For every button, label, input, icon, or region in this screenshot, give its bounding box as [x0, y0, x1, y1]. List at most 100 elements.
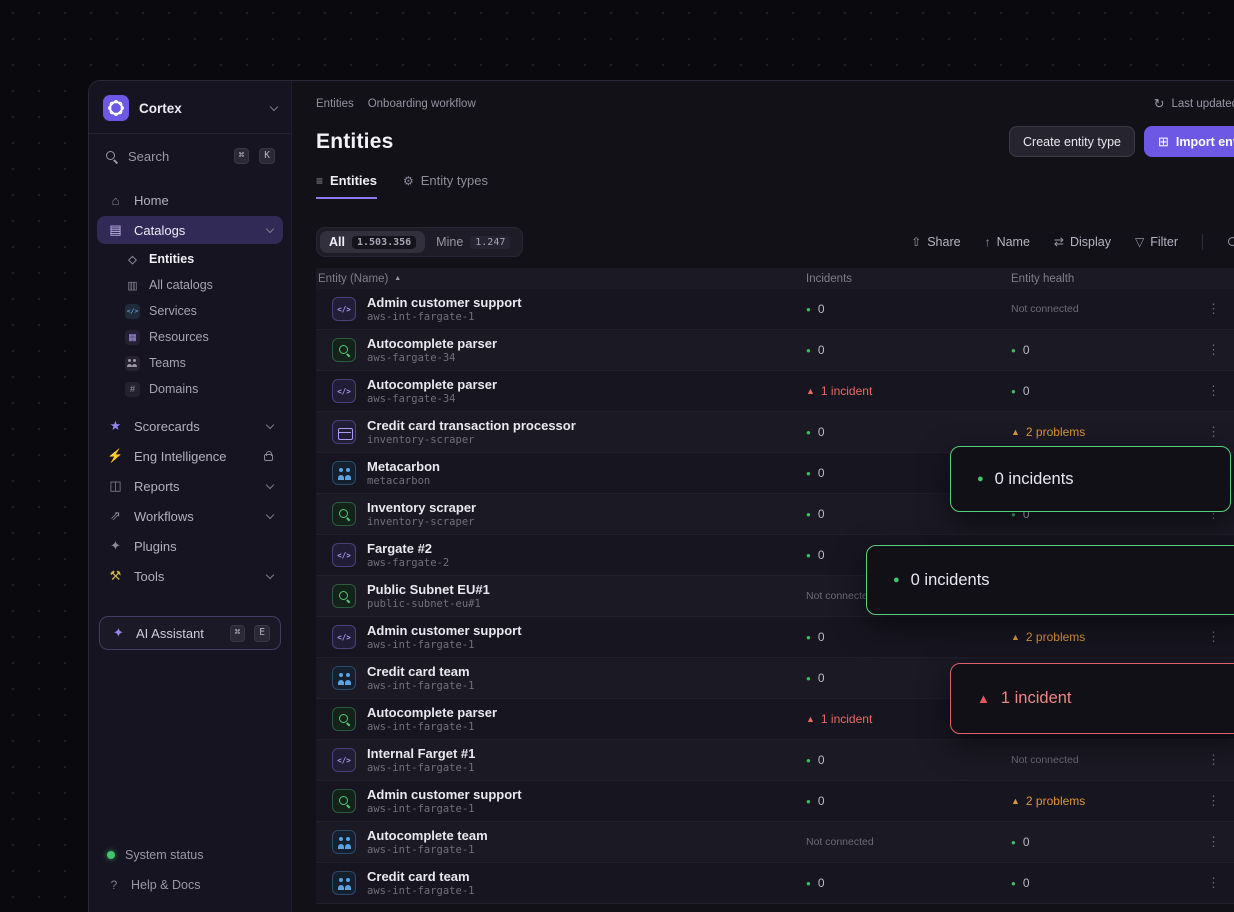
last-updated: ↻ Last updated [1154, 96, 1234, 112]
question-icon: ? [107, 878, 121, 892]
sort-asc-icon: ▲ [394, 275, 401, 282]
display-button[interactable]: ⇄ Display [1054, 235, 1111, 249]
create-entity-type-button[interactable]: Create entity type [1009, 126, 1135, 157]
import-entities-button[interactable]: ⊞ Import entities [1144, 126, 1234, 157]
health-cell: 2 problems [1011, 425, 1201, 439]
chevron-down-icon [270, 102, 278, 110]
incidents-cell: Not connected [806, 836, 1011, 848]
sidebar-item-all-catalogs[interactable]: ▥ All catalogs [115, 272, 283, 298]
entity-name: Internal Farget #1 [367, 746, 475, 761]
sidebar-item-entities[interactable]: ◇ Entities [115, 246, 283, 272]
entity-id: public-subnet-eu#1 [367, 598, 490, 610]
entity-id: aws-fargate-34 [367, 393, 497, 405]
table-toolbar: All 1.503.356 Mine 1.247 ⇧ Share ↑ Name [316, 227, 1234, 257]
sidebar-item-teams[interactable]: Teams [115, 350, 283, 376]
catalogs-icon: ▤ [107, 222, 124, 238]
breadcrumb-onboarding[interactable]: Onboarding workflow [368, 98, 476, 110]
incidents-cell: 0 [806, 876, 1011, 890]
refresh-icon[interactable]: ↻ [1154, 96, 1165, 112]
chevron-down-icon [266, 511, 274, 519]
brand-row[interactable]: Cortex [89, 81, 291, 133]
incidents-cell: 1 incident [806, 384, 1011, 398]
sidebar-item-plugins[interactable]: ✦ Plugins [97, 532, 283, 560]
share-button[interactable]: ⇧ Share [911, 235, 960, 249]
incidents-cell: 0 [806, 753, 1011, 767]
chevron-down-icon [266, 481, 274, 489]
row-menu-button[interactable]: ⋮ [1207, 834, 1234, 850]
help-docs-link[interactable]: ? Help & Docs [95, 870, 285, 900]
sidebar-item-resources[interactable]: ▦ Resources [115, 324, 283, 350]
entity-id: inventory-scraper [367, 516, 476, 528]
sidebar-item-workflows[interactable]: ⇗ Workflows [97, 502, 283, 530]
tab-entities[interactable]: ≡ Entities [316, 173, 377, 199]
sidebar-item-home[interactable]: ⌂ Home [97, 186, 283, 214]
table-row[interactable]: Admin customer supportaws-int-fargate-1 … [316, 781, 1234, 822]
row-menu-button[interactable]: ⋮ [1207, 342, 1234, 358]
tools-icon: ⚒ [107, 568, 124, 584]
table-row[interactable]: Autocomplete parseraws-fargate-34 1 inci… [316, 371, 1234, 412]
chevron-down-icon [266, 421, 274, 429]
row-menu-button[interactable]: ⋮ [1207, 629, 1234, 645]
table-search-icon[interactable] [1227, 236, 1234, 249]
tab-entity-types[interactable]: ⚙ Entity types [403, 173, 488, 199]
row-menu-button[interactable]: ⋮ [1207, 752, 1234, 768]
system-status-link[interactable]: System status [95, 840, 285, 870]
sidebar: Cortex Search ⌘ K ⌂ Home ▤ Catalogs ◇ [89, 81, 292, 912]
plugins-icon: ✦ [107, 538, 124, 554]
row-menu-button[interactable]: ⋮ [1207, 301, 1234, 317]
gear-icon: ⚙ [403, 174, 414, 188]
share-icon: ⇧ [911, 235, 921, 249]
entity-name: Metacarbon [367, 459, 440, 474]
health-cell: Not connected [1011, 303, 1201, 315]
table-row[interactable]: Admin customer supportaws-int-fargate-1 … [316, 617, 1234, 658]
import-icon: ⊞ [1158, 134, 1169, 150]
entity-name: Admin customer support [367, 623, 522, 638]
entity-type-icon [332, 871, 356, 895]
sidebar-search[interactable]: Search ⌘ K [89, 140, 291, 172]
sidebar-item-tools[interactable]: ⚒ Tools [97, 562, 283, 590]
bolt-icon: ⚡ [107, 448, 124, 464]
row-menu-button[interactable]: ⋮ [1207, 875, 1234, 891]
entity-type-icon [332, 789, 356, 813]
column-entity-health[interactable]: Entity health [1011, 273, 1201, 285]
incidents-callout: 0 incidents [866, 545, 1234, 615]
incidents-cell: 0 [806, 425, 1011, 439]
chevron-down-icon [266, 225, 274, 233]
entity-type-icon [332, 502, 356, 526]
sidebar-item-eng-intelligence[interactable]: ⚡ Eng Intelligence [97, 442, 283, 470]
table-row[interactable]: Credit card teamaws-int-fargate-1 0 0 ⋮ [316, 863, 1234, 904]
table-row[interactable]: Internal Farget #1aws-int-fargate-1 0 No… [316, 740, 1234, 781]
sidebar-item-scorecards[interactable]: ★ Scorecards [97, 412, 283, 440]
entity-id: aws-int-fargate-1 [367, 639, 522, 651]
table-row[interactable]: Autocomplete parseraws-fargate-34 0 0 ⋮ [316, 330, 1234, 371]
row-menu-button[interactable]: ⋮ [1207, 383, 1234, 399]
entity-type-icon [332, 830, 356, 854]
catalogs-children: ◇ Entities ▥ All catalogs </> Services ▦… [89, 246, 291, 402]
table-row[interactable]: Admin customer supportaws-int-fargate-1 … [316, 289, 1234, 330]
table-row[interactable]: Autocomplete teamaws-int-fargate-1 Not c… [316, 822, 1234, 863]
health-cell: 2 problems [1011, 630, 1201, 644]
sidebar-item-services[interactable]: </> Services [115, 298, 283, 324]
title-row: Entities Create entity type ⊞ Import ent… [292, 126, 1234, 157]
row-menu-button[interactable]: ⋮ [1207, 793, 1234, 809]
breadcrumb-entities[interactable]: Entities [316, 98, 354, 110]
sidebar-item-reports[interactable]: ◫ Reports [97, 472, 283, 500]
entity-type-icon [332, 707, 356, 731]
segment-all[interactable]: All 1.503.356 [320, 231, 425, 253]
teams-icon [125, 356, 140, 371]
ai-assistant-button[interactable]: ✦ AI Assistant ⌘ E [99, 616, 281, 650]
filter-button[interactable]: ▽ Filter [1135, 235, 1178, 249]
column-entity-name[interactable]: Entity (Name) ▲ [316, 273, 806, 285]
segment-mine[interactable]: Mine 1.247 [427, 231, 519, 253]
reports-icon: ◫ [107, 478, 124, 494]
row-menu-button[interactable]: ⋮ [1207, 424, 1234, 440]
incidents-cell: 0 [806, 630, 1011, 644]
entity-id: inventory-scraper [367, 434, 576, 446]
toolbar-actions: ⇧ Share ↑ Name ⇄ Display ▽ Filter [911, 234, 1234, 250]
sidebar-item-domains[interactable]: # Domains [115, 376, 283, 402]
entity-type-icon [332, 379, 356, 403]
column-incidents[interactable]: Incidents [806, 273, 1011, 285]
incidents-cell: 0 [806, 343, 1011, 357]
sidebar-item-catalogs[interactable]: ▤ Catalogs [97, 216, 283, 244]
sort-name-button[interactable]: ↑ Name [985, 235, 1030, 249]
